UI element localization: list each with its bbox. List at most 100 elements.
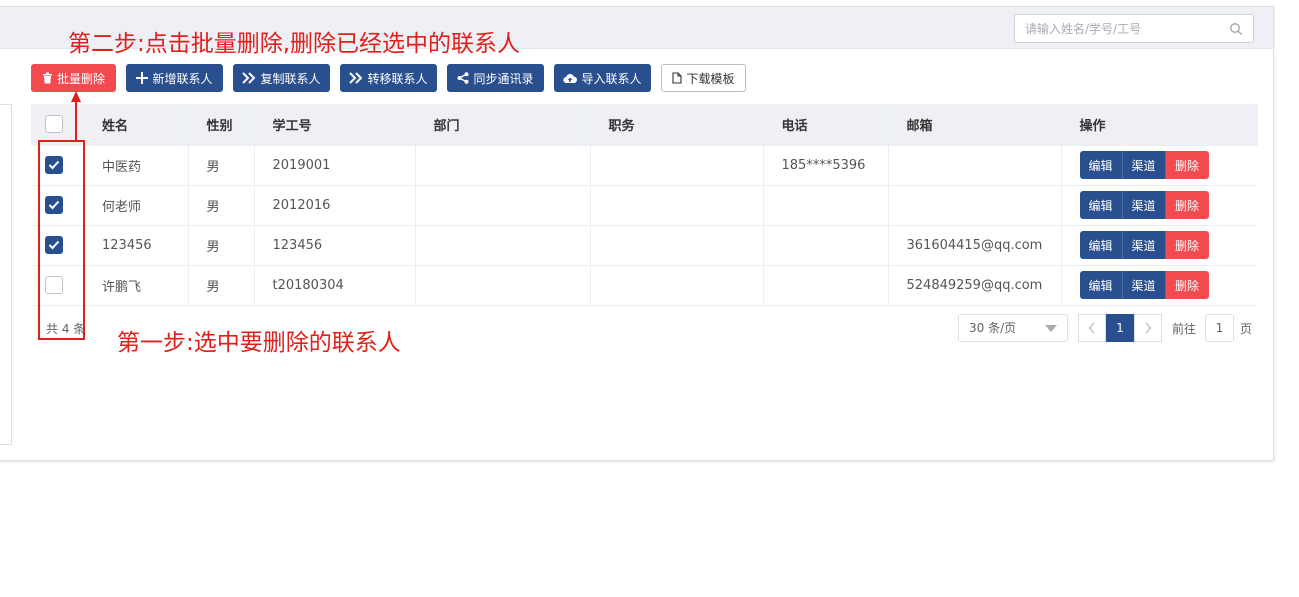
annotation-step1: 第一步:选中要删除的联系人 — [117, 330, 401, 356]
table-header-row: 姓名 性别 学工号 部门 职务 电话 邮箱 操作 — [31, 104, 1258, 146]
share-icon — [457, 72, 469, 84]
plus-icon — [136, 72, 149, 84]
search-box[interactable] — [1014, 14, 1254, 43]
channel-button[interactable]: 渠道 — [1122, 151, 1166, 179]
row-actions: 编辑 渠道 删除 — [1079, 231, 1209, 259]
table-row[interactable]: 123456 男 123456 361604415@qq.com 编辑 渠道 删除 — [31, 225, 1258, 266]
cell-phone: 185****5396 — [763, 145, 889, 186]
batch-delete-label: 批量删除 — [56, 71, 105, 86]
move-contact-button[interactable]: 转移联系人 — [340, 64, 437, 92]
next-page-button[interactable] — [1134, 314, 1162, 342]
search-icon[interactable] — [1229, 22, 1243, 36]
file-icon — [672, 72, 683, 84]
page-size-value: 30 条/页 — [969, 321, 1017, 335]
delete-button[interactable]: 删除 — [1165, 191, 1209, 219]
contacts-table: 姓名 性别 学工号 部门 职务 电话 邮箱 操作 中医药男 2019001 185*… — [31, 104, 1258, 306]
cell-phone — [763, 185, 889, 226]
table-row[interactable]: 许鹏飞男 t20180304 524849259@qq.com 编辑 渠道 删除 — [31, 265, 1258, 306]
header-gender[interactable]: 性别 — [188, 104, 255, 146]
header-phone[interactable]: 电话 — [763, 104, 889, 146]
delete-button[interactable]: 删除 — [1165, 151, 1209, 179]
header-email[interactable]: 邮箱 — [888, 104, 1062, 146]
header-id[interactable]: 学工号 — [254, 104, 416, 146]
header-dept[interactable]: 部门 — [415, 104, 591, 146]
cell-name: 许鹏飞 — [84, 265, 189, 306]
prev-page-button[interactable] — [1078, 314, 1106, 342]
cell-dept — [415, 185, 591, 226]
header-actions: 操作 — [1061, 104, 1258, 146]
caret-down-icon — [1045, 325, 1057, 332]
channel-button[interactable]: 渠道 — [1122, 271, 1166, 299]
page-size-select[interactable]: 30 条/页 — [958, 314, 1068, 342]
cell-actions: 编辑 渠道 删除 — [1061, 185, 1258, 226]
row-actions: 编辑 渠道 删除 — [1079, 151, 1209, 179]
cell-email — [888, 185, 1062, 226]
cell-gender: 男 — [188, 225, 255, 266]
cell-gender: 男 — [188, 265, 255, 306]
header-name[interactable]: 姓名 — [84, 104, 189, 146]
import-contacts-button[interactable]: 导入联系人 — [554, 64, 651, 92]
cell-phone — [763, 265, 889, 306]
delete-button[interactable]: 删除 — [1165, 271, 1209, 299]
annotation-arrow-icon — [71, 91, 81, 142]
edit-button[interactable]: 编辑 — [1079, 151, 1123, 179]
copy-contact-button[interactable]: 复制联系人 — [233, 64, 330, 92]
double-chevron-right-icon — [349, 72, 363, 84]
cell-name: 123456 — [84, 225, 189, 266]
cell-email: 361604415@qq.com — [888, 225, 1062, 266]
table-row[interactable]: 何老师男 2012016 编辑 渠道 删除 — [31, 185, 1258, 226]
chevron-right-icon — [1145, 322, 1152, 334]
search-input[interactable] — [1015, 15, 1215, 42]
cell-name: 何老师 — [84, 185, 189, 226]
cell-email: 524849259@qq.com — [888, 265, 1062, 306]
row-actions: 编辑 渠道 删除 — [1079, 271, 1209, 299]
chevron-left-icon — [1088, 322, 1095, 334]
edit-button[interactable]: 编辑 — [1079, 191, 1123, 219]
add-contact-button[interactable]: 新增联系人 — [126, 64, 223, 92]
header-title[interactable]: 职务 — [590, 104, 764, 146]
cell-id: 123456 — [254, 225, 416, 266]
cell-id: 2019001 — [254, 145, 416, 186]
cell-id: 2012016 — [254, 185, 416, 226]
cell-dept — [415, 145, 591, 186]
delete-button[interactable]: 删除 — [1165, 231, 1209, 259]
cell-title — [590, 185, 764, 226]
cell-id: t20180304 — [254, 265, 416, 306]
cell-actions: 编辑 渠道 删除 — [1061, 145, 1258, 186]
edit-button[interactable]: 编辑 — [1079, 231, 1123, 259]
cell-gender: 男 — [188, 145, 255, 186]
cell-dept — [415, 225, 591, 266]
cell-name: 中医药 — [84, 145, 189, 186]
copy-contact-label: 复制联系人 — [260, 71, 321, 86]
page-number-current[interactable]: 1 — [1106, 314, 1134, 342]
table-row[interactable]: 中医药男 2019001 185****5396 编辑 渠道 删除 — [31, 145, 1258, 186]
row-actions: 编辑 渠道 删除 — [1079, 191, 1209, 219]
cell-title — [590, 145, 764, 186]
double-chevron-right-icon — [242, 72, 256, 84]
goto-page-input[interactable]: 1 — [1205, 314, 1234, 342]
cell-title — [590, 265, 764, 306]
cloud-upload-icon — [563, 73, 578, 83]
channel-button[interactable]: 渠道 — [1122, 231, 1166, 259]
move-contact-label: 转移联系人 — [367, 71, 428, 86]
cell-actions: 编辑 渠道 删除 — [1061, 265, 1258, 306]
sync-contacts-label: 同步通讯录 — [473, 71, 534, 86]
download-template-button[interactable]: 下载模板 — [661, 64, 746, 92]
trash-icon — [42, 72, 52, 84]
edit-button[interactable]: 编辑 — [1079, 271, 1123, 299]
annotation-step2: 第二步:点击批量删除,删除已经选中的联系人 — [68, 31, 521, 57]
cell-phone — [763, 225, 889, 266]
cell-title — [590, 225, 764, 266]
annotation-highlight-box — [38, 140, 85, 340]
goto-label: 前往 — [1172, 322, 1197, 336]
sync-contacts-button[interactable]: 同步通讯录 — [447, 64, 544, 92]
left-tree-panel — [0, 104, 12, 445]
channel-button[interactable]: 渠道 — [1122, 191, 1166, 219]
cell-actions: 编辑 渠道 删除 — [1061, 225, 1258, 266]
goto-suffix: 页 — [1240, 322, 1253, 336]
import-contacts-label: 导入联系人 — [581, 71, 642, 86]
add-contact-label: 新增联系人 — [152, 71, 213, 86]
cell-dept — [415, 265, 591, 306]
cell-gender: 男 — [188, 185, 255, 226]
cell-email — [888, 145, 1062, 186]
